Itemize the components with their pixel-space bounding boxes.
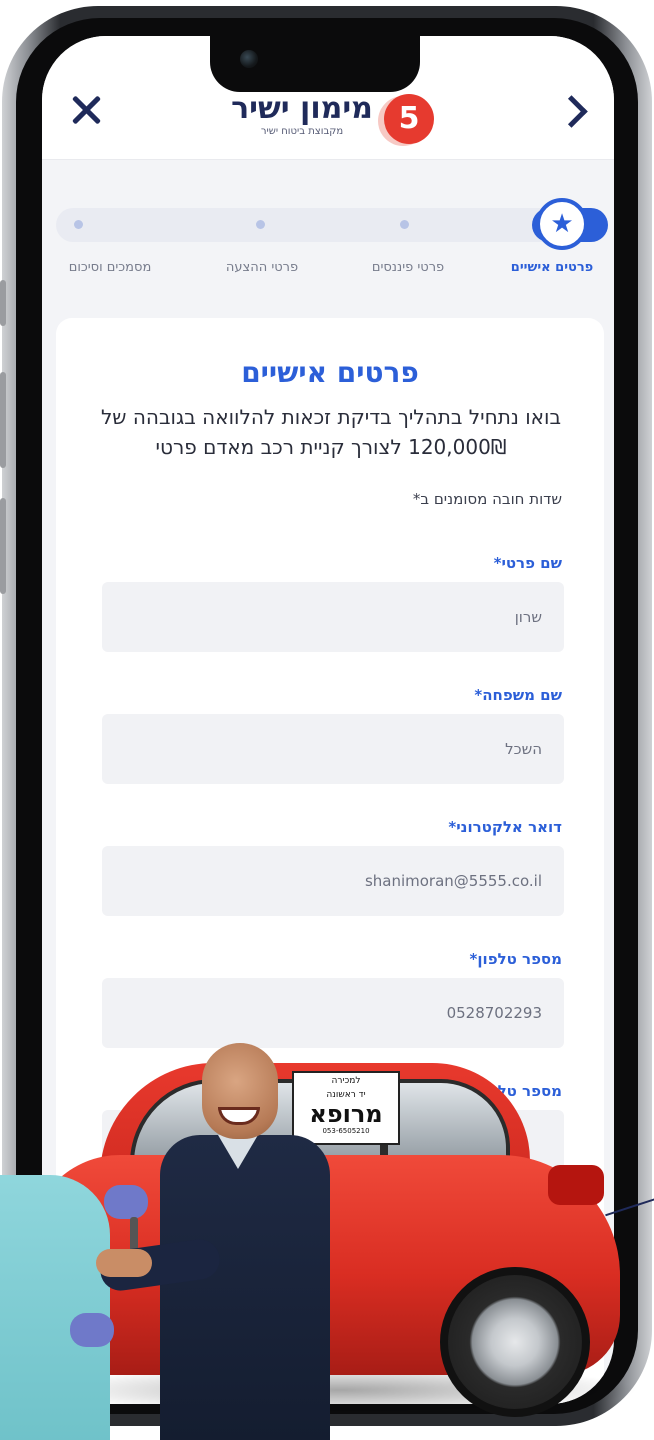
phone-volume-down xyxy=(0,498,6,594)
phone-side-button xyxy=(0,280,6,326)
car-ad-illustration: למכירה יד ראשונה מרופא 053-6505210 xyxy=(0,1035,654,1440)
close-icon[interactable] xyxy=(66,90,106,130)
glove-handshake-icon xyxy=(70,1313,114,1347)
email-label: דואר אלקטרוני* xyxy=(448,818,562,836)
brand-badge: 5 xyxy=(384,94,434,144)
step-documents-summary[interactable]: מסמכים וסיכום xyxy=(42,260,180,275)
form-title: פרטים אישיים xyxy=(241,356,419,389)
phone-label: מספר טלפון* xyxy=(469,950,562,968)
step-dot-finance xyxy=(400,220,409,229)
phone-volume-up xyxy=(0,372,6,468)
brand-tagline: מקבוצת ביטוח ישיר xyxy=(260,126,344,137)
brand-logo: מימון ישיר מקבוצת ביטוח ישיר 5 xyxy=(222,92,442,148)
camera-icon xyxy=(240,50,258,68)
email-field[interactable]: shanimoran@5555.co.il xyxy=(102,846,564,916)
sign-main-text: מרופא xyxy=(309,1100,383,1128)
step-dot-offer xyxy=(256,220,265,229)
nurse-figure xyxy=(0,1175,110,1440)
star-icon[interactable]: ★ xyxy=(536,198,588,250)
step-financial-details[interactable]: פרטי פיננסים xyxy=(338,260,478,275)
stepper-track xyxy=(56,208,604,242)
sign-phone-text: 053-6505210 xyxy=(322,1127,370,1135)
form-intro: בואו נתחיל בתהליך בדיקת זכאות להלוואה בג… xyxy=(100,405,562,459)
car-tail-light xyxy=(548,1165,604,1205)
chevron-right-icon[interactable] xyxy=(556,94,588,126)
brand-name: מימון ישיר xyxy=(231,91,373,126)
first-name-label: שם פרטי* xyxy=(493,554,562,572)
last-name-label: שם משפחה* xyxy=(474,686,562,704)
for-sale-sign: למכירה יד ראשונה מרופא 053-6505210 xyxy=(292,1071,400,1145)
last-name-field[interactable]: השכל xyxy=(102,714,564,784)
man-figure xyxy=(160,1135,330,1440)
first-name-field[interactable]: שרון xyxy=(102,582,564,652)
glove-icon xyxy=(104,1185,148,1219)
rear-wheel-icon xyxy=(440,1267,590,1417)
required-note: שדות חובה מסומנים ב* xyxy=(412,490,562,508)
man-hand xyxy=(96,1249,152,1277)
progress-stepper: ★ פרטים אישיים פרטי פיננסים פרטי ההצעה מ… xyxy=(42,186,614,286)
sign-top-text: למכירה xyxy=(331,1076,361,1086)
step-dot-documents xyxy=(74,220,83,229)
step-personal-details[interactable]: פרטים אישיים xyxy=(482,260,614,275)
pointer-line xyxy=(605,1195,654,1217)
step-offer-details[interactable]: פרטי ההצעה xyxy=(192,260,332,275)
